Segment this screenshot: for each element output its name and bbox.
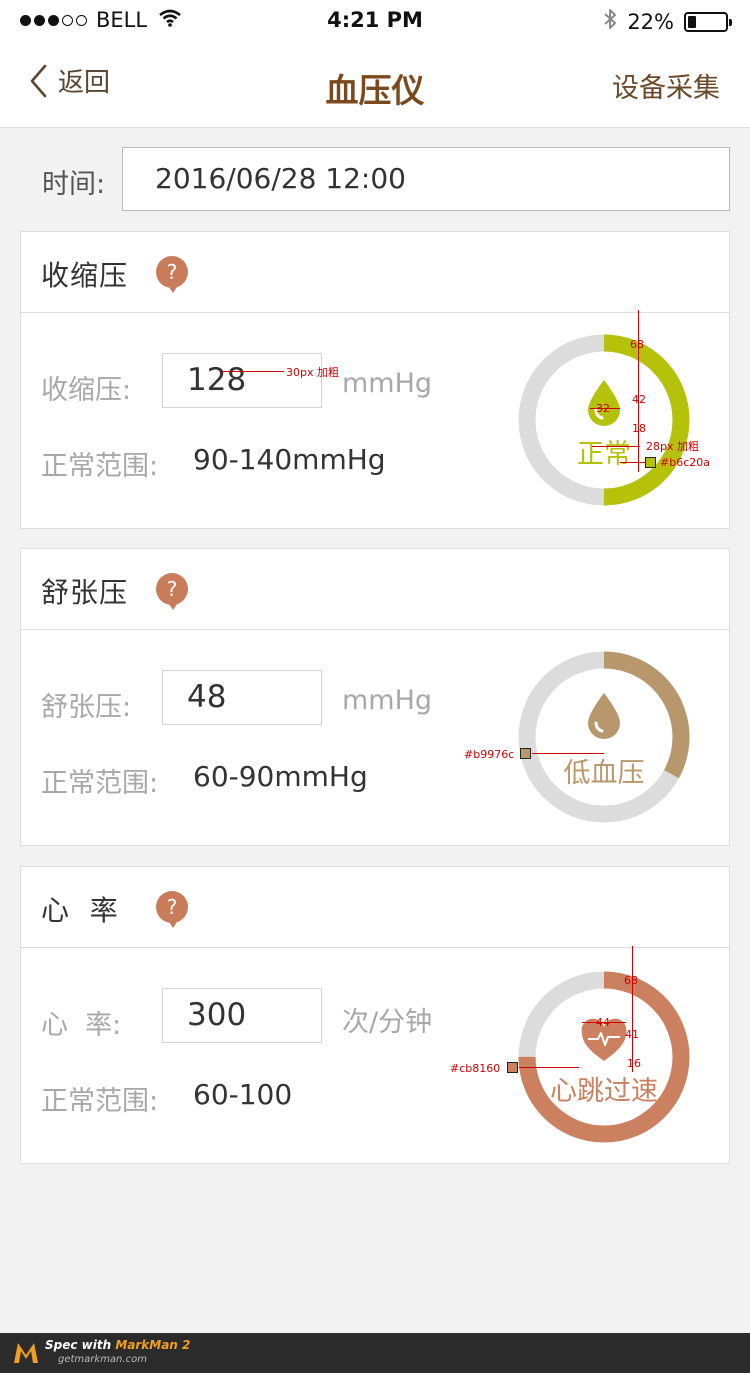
systolic-value-input[interactable]: 128 bbox=[162, 353, 322, 408]
card-header: 舒张压 ? bbox=[21, 549, 729, 630]
status-ring: 正常 bbox=[518, 334, 690, 506]
card-title: 舒张压 bbox=[41, 576, 129, 609]
spec-measure: 68 bbox=[630, 338, 644, 351]
spec-leader-line bbox=[532, 753, 604, 754]
field-label: 舒张压: bbox=[41, 692, 132, 723]
footer-title: Spec with MarkMan 2 bbox=[45, 1338, 190, 1352]
spec-color-note: #b9976c bbox=[464, 748, 515, 761]
spec-leader-line bbox=[592, 446, 640, 447]
footer-spec-text: Spec with bbox=[45, 1338, 116, 1352]
spec-measure: 68 bbox=[624, 974, 638, 987]
time-input[interactable]: 2016/06/28 12:00 bbox=[122, 147, 730, 211]
card-title: 心 率 bbox=[41, 894, 119, 927]
time-label: 时间: bbox=[42, 169, 106, 200]
color-swatch bbox=[520, 748, 531, 759]
markman-footer: Spec with MarkMan 2 getmarkman.com bbox=[0, 1333, 750, 1373]
range-label: 正常范围: bbox=[41, 1086, 159, 1117]
card-header: 心 率 ? bbox=[21, 867, 729, 948]
spec-color-note: #b6c20a bbox=[660, 456, 710, 469]
range-label: 正常范围: bbox=[41, 451, 159, 482]
battery-icon bbox=[684, 11, 732, 32]
spec-leader-line bbox=[620, 462, 645, 463]
color-swatch bbox=[507, 1062, 518, 1073]
help-icon[interactable]: ? bbox=[156, 891, 188, 928]
spec-color-note: #cb8160 bbox=[450, 1062, 501, 1075]
battery-level-fill bbox=[688, 15, 696, 28]
status-ring: 低血压 bbox=[518, 651, 690, 823]
nav-bar: 返回 血压仪 设备采集 bbox=[0, 40, 750, 128]
diastolic-value-input[interactable]: 48 bbox=[162, 670, 322, 725]
spec-measure: 42 bbox=[632, 393, 646, 406]
help-icon[interactable]: ? bbox=[156, 256, 188, 293]
unit-label: mmHg bbox=[342, 685, 433, 716]
spec-measure: 32 bbox=[596, 402, 610, 415]
spec-measure: 16 bbox=[627, 1057, 641, 1070]
status-label: 心跳过速 bbox=[550, 1076, 658, 1107]
device-collect-button[interactable]: 设备采集 bbox=[612, 66, 720, 105]
range-value: 60-90mmHg bbox=[193, 760, 368, 793]
systolic-card: 收缩压 ? 收缩压: 128 mmHg 正常范围: 90-140mmHg 正常 bbox=[20, 231, 730, 529]
spec-font-note: 30px 加粗 bbox=[286, 366, 339, 379]
color-swatch bbox=[645, 457, 656, 468]
unit-label: 次/分钟 bbox=[342, 1007, 433, 1038]
spec-measure: 18 bbox=[632, 422, 646, 435]
footer-url: getmarkman.com bbox=[58, 1354, 147, 1365]
field-label: 收缩压: bbox=[41, 375, 132, 406]
help-icon[interactable]: ? bbox=[156, 573, 188, 610]
footer-brand: MarkMan 2 bbox=[115, 1338, 191, 1352]
drop-icon bbox=[588, 693, 620, 739]
markman-logo bbox=[12, 1339, 40, 1367]
spec-measure: 41 bbox=[625, 1028, 639, 1041]
heart-rate-value-input[interactable]: 300 bbox=[162, 988, 322, 1043]
spec-font-note: 28px 加粗 bbox=[646, 440, 699, 453]
spec-measure-line bbox=[632, 946, 633, 1072]
spec-leader-line bbox=[519, 1067, 579, 1068]
battery-percent: 22% bbox=[627, 9, 674, 34]
status-label: 低血压 bbox=[563, 758, 645, 789]
spec-measure: 44 bbox=[596, 1016, 610, 1029]
heart-rate-card: 心 率 ? 心 率: 300 次/分钟 正常范围: 60-100 心跳过速 bbox=[20, 866, 730, 1164]
bluetooth-icon bbox=[603, 8, 617, 35]
spec-measure-line bbox=[638, 310, 639, 472]
status-bar: BELL 4:21 PM 22% bbox=[0, 0, 750, 40]
card-title: 收缩压 bbox=[41, 259, 129, 292]
range-value: 90-140mmHg bbox=[193, 443, 386, 476]
card-header: 收缩压 ? bbox=[21, 232, 729, 313]
diastolic-card: 舒张压 ? 舒张压: 48 mmHg 正常范围: 60-90mmHg 低血压 bbox=[20, 548, 730, 846]
range-label: 正常范围: bbox=[41, 768, 159, 799]
spec-leader-line bbox=[222, 371, 284, 372]
unit-label: mmHg bbox=[342, 368, 433, 399]
field-label: 心 率: bbox=[41, 1010, 122, 1041]
range-value: 60-100 bbox=[193, 1078, 293, 1111]
status-ring: 心跳过速 bbox=[518, 971, 690, 1143]
